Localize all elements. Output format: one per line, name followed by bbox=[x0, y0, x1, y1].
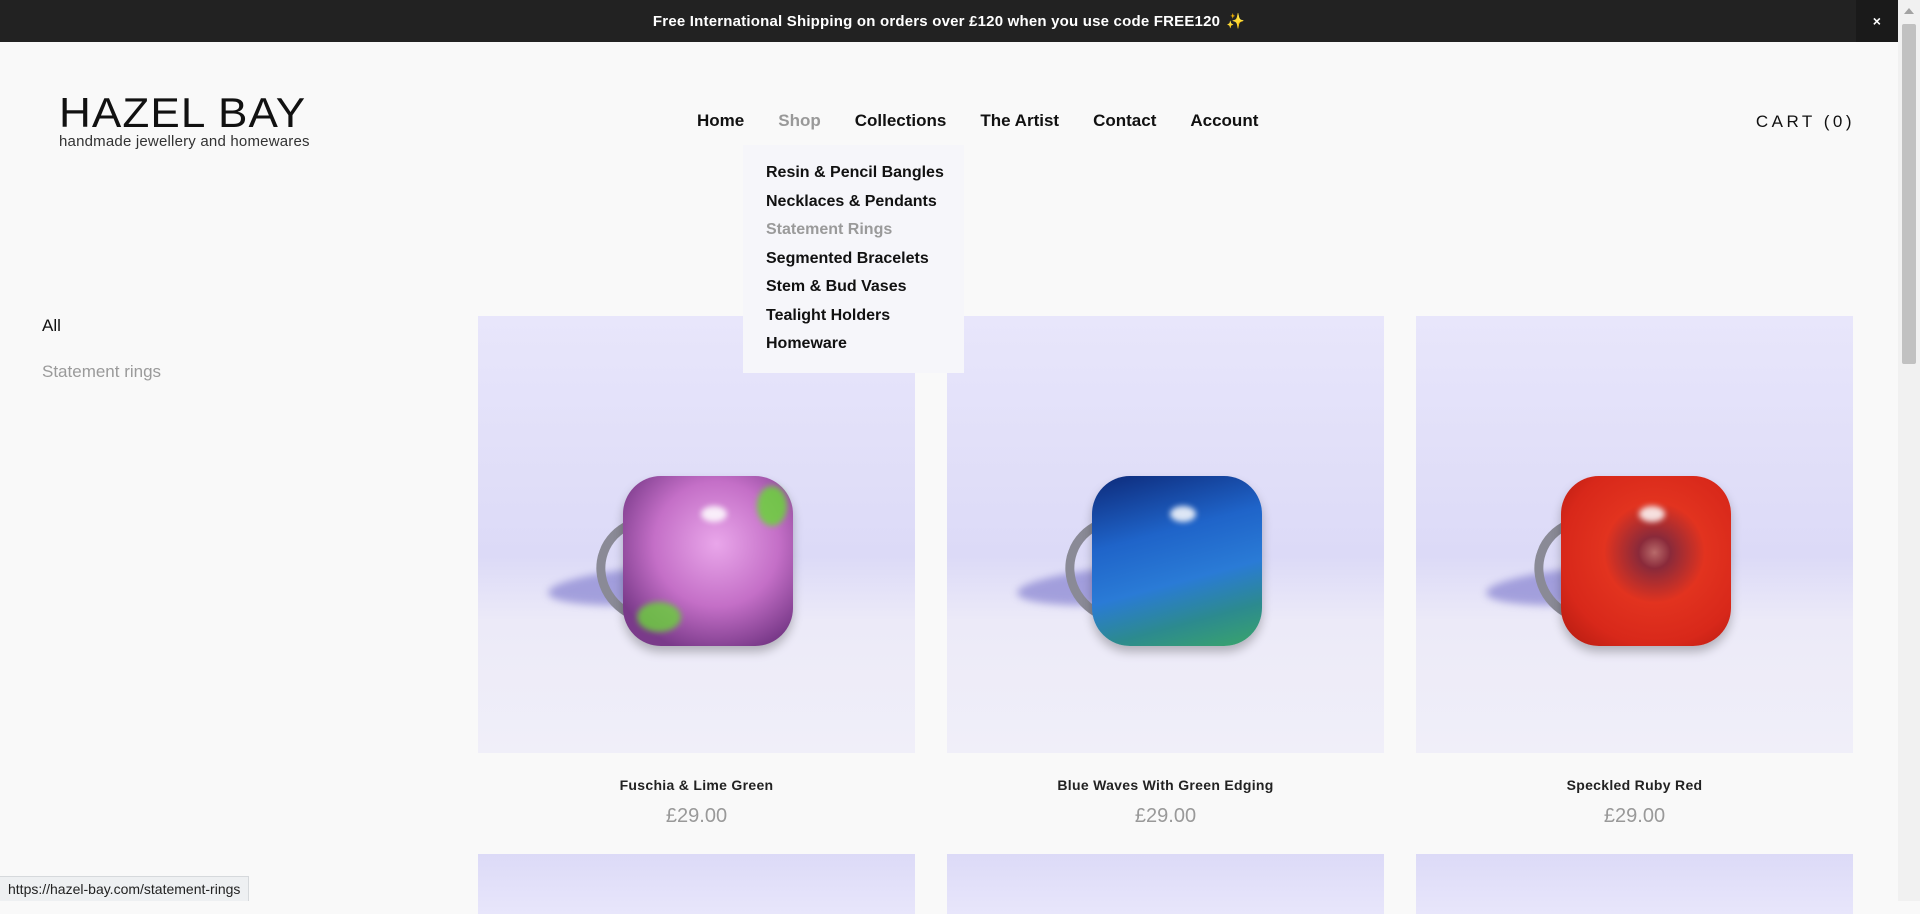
stone-shine bbox=[1170, 506, 1196, 522]
menu-item-stem-bud-vases[interactable]: Stem & Bud Vases bbox=[766, 273, 964, 302]
scroll-up-arrow-icon[interactable] bbox=[1904, 8, 1914, 14]
menu-item-segmented-bracelets[interactable]: Segmented Bracelets bbox=[766, 245, 964, 274]
ring-stone bbox=[623, 476, 793, 646]
product-name[interactable]: Fuschia & Lime Green bbox=[478, 777, 915, 793]
stone-shine bbox=[701, 506, 727, 522]
cart-link[interactable]: CART (0) bbox=[1756, 112, 1855, 132]
nav-collections[interactable]: Collections bbox=[838, 111, 964, 131]
filter-statement-rings[interactable]: Statement rings bbox=[42, 362, 161, 382]
product-price: £29.00 bbox=[1603, 805, 1666, 827]
page-scrollbar[interactable] bbox=[1898, 0, 1920, 901]
announcement-text: Free International Shipping on orders ov… bbox=[652, 12, 1221, 30]
menu-item-statement-rings[interactable]: Statement Rings bbox=[766, 216, 964, 245]
stone-shine bbox=[1639, 506, 1665, 522]
product-name[interactable]: Speckled Ruby Red bbox=[1416, 777, 1853, 793]
logo-title: HAZEL BAY bbox=[59, 89, 307, 136]
product-image[interactable] bbox=[947, 316, 1384, 753]
product-card[interactable]: Fuschia & Lime Green £29.00 bbox=[478, 316, 915, 828]
menu-item-resin-pencil-bangles[interactable]: Resin & Pencil Bangles bbox=[766, 159, 964, 188]
product-price: £29.00 bbox=[1134, 805, 1197, 827]
category-filters: All Statement rings bbox=[42, 316, 161, 408]
menu-item-homeware[interactable]: Homeware bbox=[766, 330, 964, 359]
site-logo[interactable]: HAZEL BAY handmade jewellery and homewar… bbox=[59, 92, 310, 151]
product-image-partial[interactable] bbox=[1416, 854, 1853, 914]
product-image[interactable] bbox=[478, 316, 915, 753]
product-image-partial[interactable] bbox=[478, 854, 915, 914]
close-announcement-button[interactable]: × bbox=[1856, 0, 1898, 42]
product-price: £29.00 bbox=[665, 805, 728, 827]
filter-all[interactable]: All bbox=[42, 316, 161, 336]
shop-dropdown-menu: Resin & Pencil Bangles Necklaces & Penda… bbox=[743, 145, 964, 373]
ring-stone bbox=[1561, 476, 1731, 646]
product-card[interactable]: Blue Waves With Green Edging £29.00 bbox=[947, 316, 1384, 828]
scrollbar-thumb[interactable] bbox=[1902, 24, 1916, 364]
nav-shop[interactable]: Shop bbox=[761, 111, 838, 131]
browser-status-url: https://hazel-bay.com/statement-rings bbox=[0, 876, 250, 901]
main-nav: Home Shop Collections The Artist Contact… bbox=[680, 111, 1275, 131]
menu-item-necklaces-pendants[interactable]: Necklaces & Pendants bbox=[766, 188, 964, 217]
menu-item-tealight-holders[interactable]: Tealight Holders bbox=[766, 302, 964, 331]
nav-account[interactable]: Account bbox=[1173, 111, 1275, 131]
stone-accent bbox=[757, 486, 787, 526]
ring-stone bbox=[1092, 476, 1262, 646]
sparkle-icon: ✨ bbox=[1226, 13, 1246, 30]
announcement-bar: Free International Shipping on orders ov… bbox=[0, 0, 1898, 42]
product-image[interactable] bbox=[1416, 316, 1853, 753]
product-card[interactable]: Speckled Ruby Red £29.00 bbox=[1416, 316, 1853, 828]
product-image-partial[interactable] bbox=[947, 854, 1384, 914]
product-name[interactable]: Blue Waves With Green Edging bbox=[947, 777, 1384, 793]
nav-contact[interactable]: Contact bbox=[1076, 111, 1173, 131]
nav-home[interactable]: Home bbox=[680, 111, 761, 131]
nav-the-artist[interactable]: The Artist bbox=[963, 111, 1076, 131]
stone-accent bbox=[637, 602, 681, 632]
